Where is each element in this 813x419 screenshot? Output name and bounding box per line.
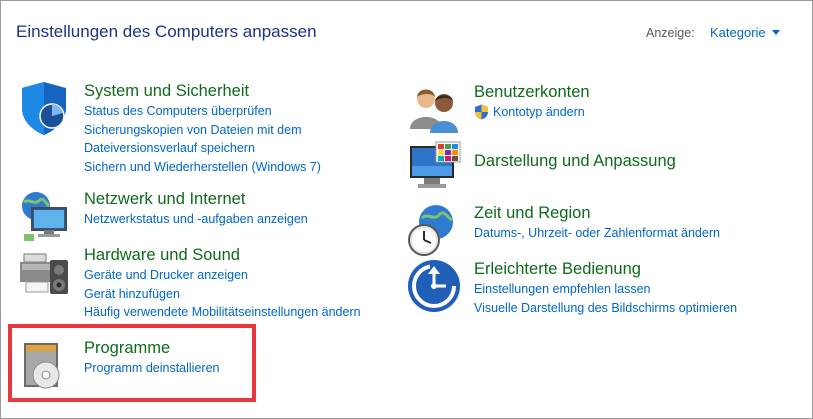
link-recommend-settings[interactable]: Einstellungen empfehlen lassen	[474, 280, 737, 299]
view-by-label: Anzeige:	[646, 26, 695, 40]
category-title-accounts[interactable]: Benutzerkonten	[474, 81, 590, 103]
link-mobility-settings[interactable]: Häufig verwendete Mobilitätseinstellunge…	[84, 303, 361, 322]
printer-speaker-icon	[16, 244, 72, 300]
link-devices-printers[interactable]: Geräte und Drucker anzeigen	[84, 266, 361, 285]
security-shield-icon	[16, 80, 72, 136]
category-title-clock[interactable]: Zeit und Region	[474, 202, 720, 224]
link-change-account-type[interactable]: Kontotyp ändern	[474, 103, 590, 122]
category-title-appearance[interactable]: Darstellung und Anpassung	[474, 150, 676, 172]
category-title-ease[interactable]: Erleichterte Bedienung	[474, 258, 737, 280]
category-title-network[interactable]: Netzwerk und Internet	[84, 188, 308, 210]
ease-of-access-icon	[406, 258, 462, 314]
link-check-status[interactable]: Status des Computers überprüfen	[84, 102, 321, 121]
caret-down-icon	[771, 30, 780, 35]
uac-shield-icon	[475, 104, 488, 120]
link-date-time-format[interactable]: Datums-, Uhrzeit- oder Zahlenformat ände…	[474, 224, 720, 243]
users-icon	[406, 81, 462, 137]
link-file-history-1[interactable]: Sicherungskopien von Dateien mit dem	[84, 121, 321, 140]
link-file-history-2[interactable]: Dateiversionsverlauf speichern	[84, 139, 321, 158]
link-optimize-display[interactable]: Visuelle Darstellung des Bildschirms opt…	[474, 299, 737, 318]
view-by-dropdown[interactable]: Kategorie	[710, 25, 780, 40]
link-add-device[interactable]: Gerät hinzufügen	[84, 285, 361, 304]
link-change-account-type-label: Kontotyp ändern	[493, 105, 585, 119]
category-title-system[interactable]: System und Sicherheit	[84, 80, 321, 102]
link-network-status[interactable]: Netzwerkstatus und -aufgaben anzeigen	[84, 210, 308, 229]
category-title-hardware[interactable]: Hardware und Sound	[84, 244, 361, 266]
view-by-value: Kategorie	[710, 25, 766, 40]
clock-globe-icon	[406, 202, 462, 258]
link-backup-restore[interactable]: Sichern und Wiederherstellen (Windows 7)	[84, 158, 321, 177]
programs-highlight-box	[8, 324, 256, 402]
page-title: Einstellungen des Computers anpassen	[16, 22, 317, 41]
network-globe-icon	[16, 188, 72, 244]
monitor-palette-icon	[406, 140, 462, 196]
